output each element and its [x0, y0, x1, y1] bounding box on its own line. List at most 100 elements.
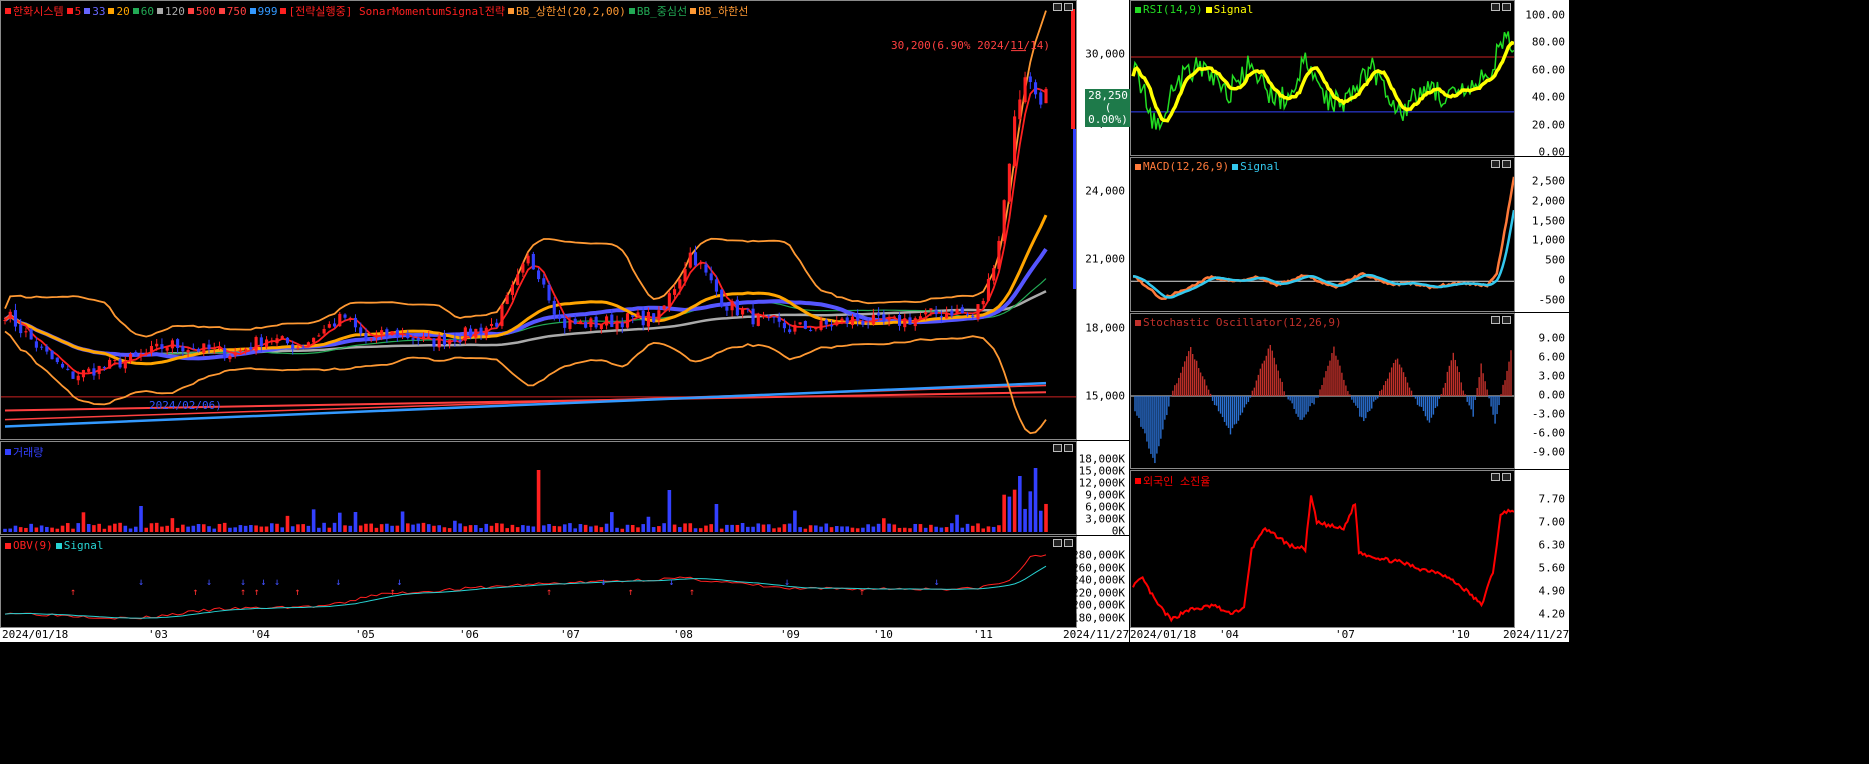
price-panel[interactable]: 한화시스템 5 33 20 60 120 500 750 999 [전략실행중] SonarMom…	[0, 0, 1077, 440]
close-icon[interactable]	[1064, 3, 1073, 11]
candle	[327, 321, 331, 329]
candle-body	[840, 318, 844, 321]
volume-bar	[65, 523, 70, 532]
candle-body	[730, 300, 734, 311]
candle	[1002, 199, 1006, 245]
candle-body	[803, 320, 807, 329]
y-tick-label: 30,000	[1085, 47, 1125, 61]
candle	[688, 247, 692, 269]
volume-panel[interactable]: 거래량	[0, 441, 1077, 535]
price-panel-buttons[interactable]	[1053, 3, 1073, 11]
candle-body	[338, 313, 342, 327]
close-icon[interactable]	[1502, 473, 1511, 481]
volume-bar	[39, 525, 44, 532]
candle	[641, 307, 645, 331]
volume-bar	[641, 524, 646, 532]
rsi-panel[interactable]: RSI(14,9) Signal	[1130, 0, 1515, 156]
candle-body	[620, 322, 624, 328]
volume-bar	[819, 526, 823, 532]
stochastic-panel[interactable]: Stochastic Oscillator(12,26,9)	[1130, 313, 1515, 469]
sell-arrow-icon: ↓	[274, 577, 280, 588]
volume-bar	[1002, 494, 1006, 532]
buy-arrow-icon: ↑	[240, 587, 246, 598]
buy-arrow-icon: ↑	[546, 587, 552, 598]
close-icon[interactable]	[1064, 444, 1073, 452]
candle	[720, 288, 724, 308]
volume-bar	[573, 528, 577, 532]
maximize-icon[interactable]	[1491, 316, 1500, 324]
obv-panel[interactable]: OBV(9) Signal ↓ ↑ ↓ ↑ ↓ ↑ ↓ ↑ ↓ ↑ ↓ ↑ ↓ ↑ ↓ ↑ ↓ ↑ ↓ ↑ ↓	[0, 536, 1077, 628]
candle-body	[364, 333, 368, 340]
price-y-axis: 30,00027,00024,00021,00018,00015,000	[1077, 0, 1129, 440]
volume-bar	[746, 526, 750, 532]
candle-body	[479, 327, 483, 335]
candle-body	[118, 359, 122, 368]
candle-body	[395, 329, 399, 337]
volume-bar	[840, 526, 844, 532]
candle-body	[709, 273, 713, 281]
candle	[13, 303, 18, 332]
candle-body	[463, 327, 467, 341]
candle-body	[605, 316, 609, 326]
volume-bar	[186, 526, 190, 532]
close-icon[interactable]	[1502, 3, 1511, 11]
volume-bar	[589, 526, 593, 532]
candle-body	[908, 317, 912, 325]
bottom-filler	[0, 642, 1869, 764]
candle-body	[390, 331, 394, 336]
close-icon[interactable]	[1502, 160, 1511, 168]
x-tick-label: 2024/01/18	[1130, 628, 1197, 641]
buy-arrow-icon: ↑	[390, 587, 396, 598]
maximize-icon[interactable]	[1491, 160, 1500, 168]
candle	[353, 314, 358, 332]
maximize-icon[interactable]	[1053, 539, 1062, 547]
candle	[976, 304, 980, 322]
foreign-ratio-panel[interactable]: 외국인 소진율	[1130, 470, 1515, 628]
candle-body	[369, 338, 373, 340]
candle-body	[176, 339, 180, 349]
candle-body	[45, 346, 49, 352]
macd-panel[interactable]: MACD(12,26,9) Signal	[1130, 157, 1515, 312]
volume-bar	[583, 524, 588, 532]
candle	[594, 315, 598, 330]
maximize-icon[interactable]	[1491, 3, 1500, 11]
y-tick-label: 2,500	[1531, 174, 1565, 188]
candle	[589, 316, 593, 332]
candle-body	[986, 278, 991, 301]
maximize-icon[interactable]	[1491, 473, 1500, 481]
foreign-ratio-chart	[1132, 495, 1514, 623]
maximize-icon[interactable]	[1053, 444, 1062, 452]
candle	[699, 260, 703, 270]
volume-bar	[374, 527, 379, 532]
candle-body	[960, 307, 964, 314]
candle-body	[270, 341, 274, 343]
candle-body	[950, 310, 954, 316]
maximize-icon[interactable]	[1053, 3, 1062, 11]
candle-body	[29, 329, 33, 340]
volume-bar	[944, 527, 949, 532]
volume-bar	[908, 528, 912, 532]
candle	[500, 303, 504, 329]
candle	[338, 311, 342, 327]
volume-bar	[604, 523, 609, 532]
volume-bar	[599, 527, 604, 532]
candle-body	[223, 348, 227, 359]
volume-bar	[568, 523, 572, 532]
candle-body	[887, 318, 891, 321]
candle-body	[1044, 88, 1048, 104]
close-icon[interactable]	[1502, 316, 1511, 324]
volume-bar	[672, 524, 677, 532]
candle-body	[761, 315, 766, 317]
candle-body	[537, 270, 541, 280]
candle-body	[882, 314, 886, 322]
macd-signal-line	[1132, 209, 1514, 299]
right-x-axis: 2024/01/18 '04 '07 '10 2024/11/27	[1130, 628, 1569, 642]
close-icon[interactable]	[1064, 539, 1073, 547]
volume-bar	[965, 523, 970, 532]
macd-chart	[1131, 176, 1514, 300]
volume-bar	[290, 526, 295, 532]
volume-bar	[1012, 489, 1017, 532]
candle	[123, 355, 127, 373]
volume-bar	[557, 526, 562, 532]
x-tick-label: '03	[148, 628, 168, 641]
